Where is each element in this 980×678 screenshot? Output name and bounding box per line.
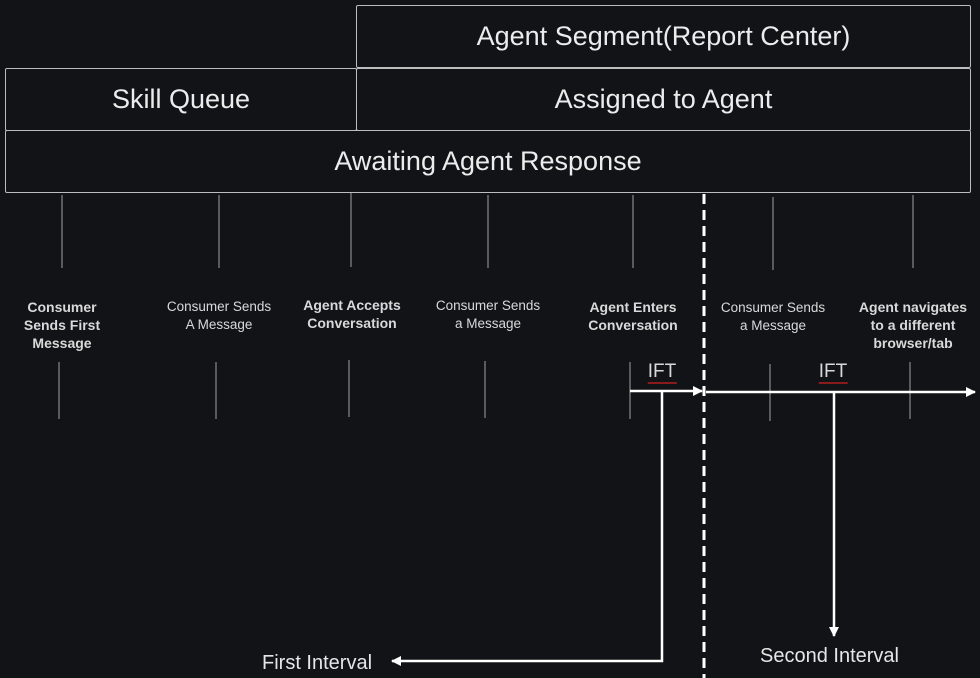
ift-label: IFT bbox=[818, 361, 848, 384]
event-label: Agent navigates to a different browser/tab bbox=[858, 299, 968, 351]
diagram-canvas: Agent Segment(Report Center) Skill Queue… bbox=[0, 0, 980, 678]
event-label: Agent Enters Conversation bbox=[588, 299, 678, 333]
connectors bbox=[58, 193, 976, 678]
event-label: Consumer Sends First Message bbox=[23, 299, 101, 351]
ift-label: IFT bbox=[647, 361, 677, 384]
event-label: Consumer Sends a Message bbox=[435, 298, 541, 331]
second-interval-label: Second Interval bbox=[760, 645, 899, 667]
event-label: Consumer Sends a Message bbox=[720, 300, 826, 333]
event-label: Consumer Sends A Message bbox=[166, 299, 272, 332]
first-interval-label: First Interval bbox=[262, 652, 373, 674]
first-interval-arrow bbox=[391, 391, 664, 666]
event-label: Agent Accepts Conversation bbox=[303, 297, 401, 331]
